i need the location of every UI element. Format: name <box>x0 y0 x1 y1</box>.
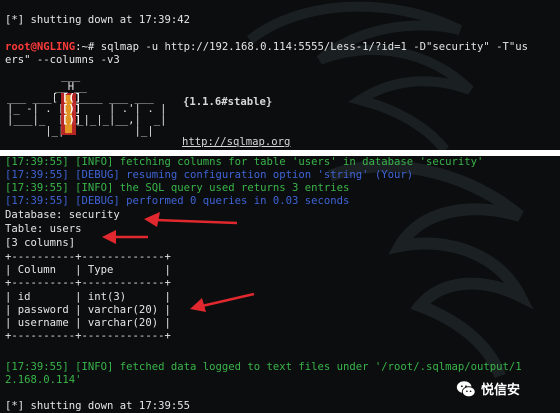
table-row: | id | int(3) | <box>5 291 171 303</box>
database-line: Database: security <box>5 209 120 221</box>
table-border-top: +----------+-------------+ <box>5 251 171 263</box>
wechat-icon <box>456 381 476 398</box>
fetched-data-line: [17:39:55] [INFO] fetched data logged to… <box>5 361 522 373</box>
table-header: | Column | Type | <box>5 264 171 276</box>
svg-text:[)]: [)] <box>62 114 81 126</box>
svg-text:|_|V |_|: |_|V |_| <box>7 125 154 137</box>
sqlmap-logo: ___ __H__ ___ ___[ ]_____ ___ ___ |_ -| … <box>7 70 166 137</box>
log-line: [17:39:55] [DEBUG] resuming configuratio… <box>5 169 414 181</box>
bottom-terminal-window[interactable]: [17:39:55] [INFO] fetching columns for t… <box>0 156 560 413</box>
command-text: sqlmap -u http://192.168.0.114:5555/Less… <box>100 41 529 53</box>
shutdown-line-bottom: [*] shutting down at 17:39:55 <box>5 400 190 412</box>
command-prompt-line[interactable]: root@NGLING:~# sqlmap -u http://192.168.… <box>5 41 528 54</box>
top-terminal-window[interactable]: [*] shutting down at 17:39:42 root@NGLIN… <box>0 0 560 152</box>
sqlmap-url-link[interactable]: http://sqlmap.org <box>182 136 290 149</box>
red-arrow-columns <box>190 292 255 312</box>
watermark-text: 悦信安 <box>481 383 521 398</box>
fetched-data-line-cont: 2.168.0.114' <box>5 374 82 386</box>
table-row: | password | varchar(20) | <box>5 304 171 316</box>
red-arrow-database <box>144 212 238 227</box>
table-row: | username | varchar(20) | <box>5 317 171 329</box>
red-arrow-table <box>102 230 148 244</box>
prompt-user: root@NGLING <box>5 41 76 53</box>
log-line: [17:39:55] [INFO] fetching columns for t… <box>5 156 484 168</box>
table-border-bottom: +----------+-------------+ <box>5 330 171 342</box>
log-line: [17:39:55] [INFO] the SQL query used ret… <box>5 182 350 194</box>
log-line: [17:39:55] [DEBUG] performed 0 queries i… <box>5 195 350 207</box>
shutdown-line-top: [*] shutting down at 17:39:42 <box>5 14 190 26</box>
prompt-path: :~# <box>75 41 101 53</box>
table-border-mid: +----------+-------------+ <box>5 277 171 289</box>
command-continuation: ers" --columns -v3 <box>5 54 120 66</box>
columns-count: [3 columns] <box>5 237 76 249</box>
table-line: Table: users <box>5 223 82 235</box>
sqlmap-version: {1.1.6#stable} <box>183 96 273 108</box>
